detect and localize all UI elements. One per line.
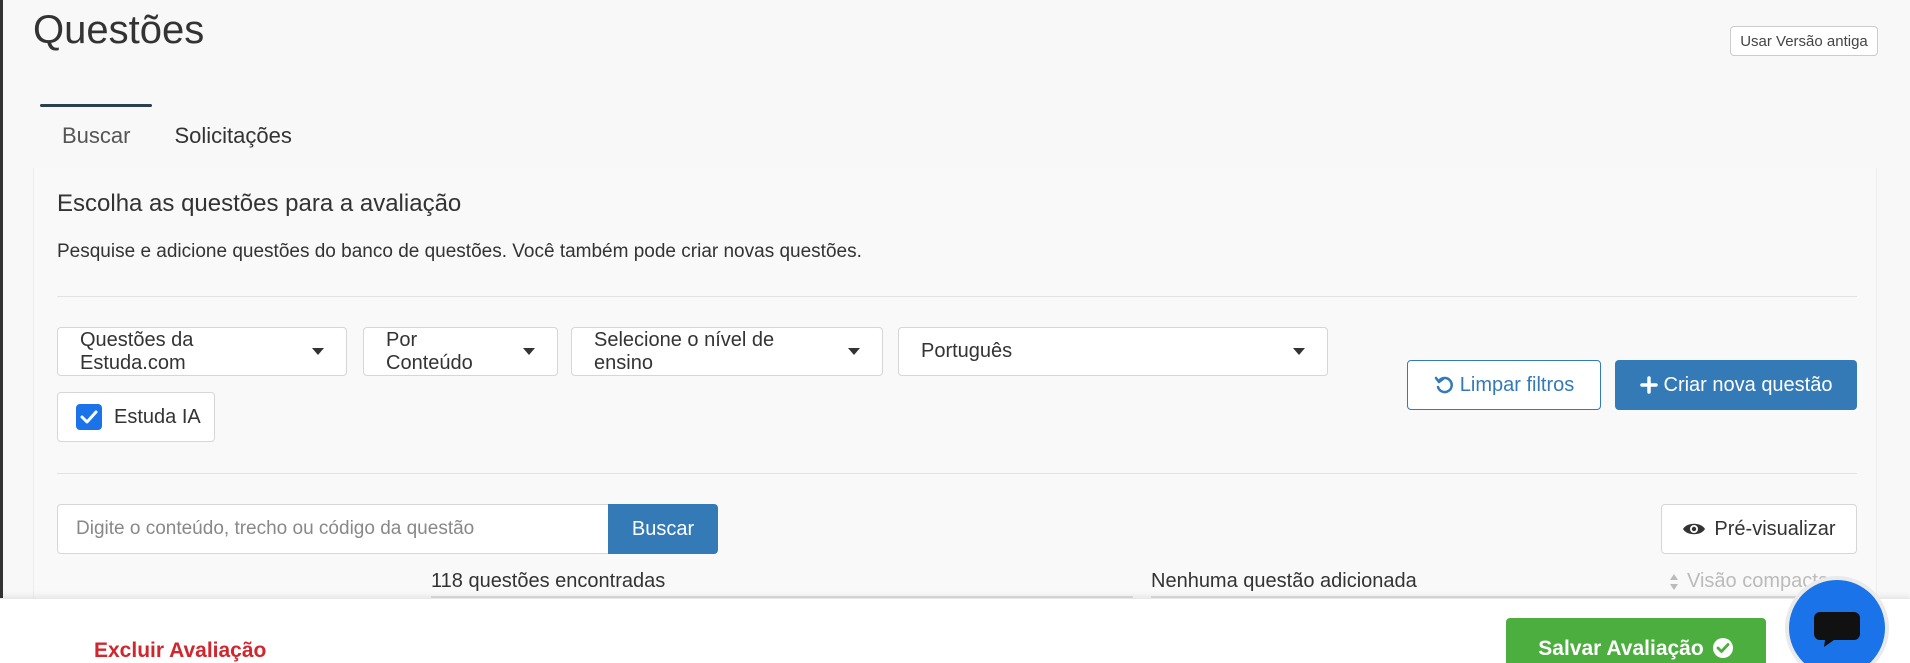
source-select[interactable]: Questões da Estuda.com (57, 327, 347, 376)
chevron-down-icon (1293, 348, 1305, 355)
eye-icon (1683, 523, 1706, 535)
divider (57, 296, 1857, 297)
panel-subtitle: Pesquise e adicione questões do banco de… (57, 241, 862, 262)
preview-label: Pré-visualizar (1714, 517, 1836, 540)
divider (57, 473, 1857, 474)
questions-added-count: Nenhuma questão adicionada (1151, 570, 1417, 592)
chevron-down-icon (312, 348, 324, 355)
checkmark-icon[interactable] (76, 404, 102, 430)
undo-icon (1434, 376, 1453, 394)
subject-select[interactable]: Português (898, 327, 1328, 376)
footer-bar: Excluir Avaliação Salvar Avaliação (0, 598, 1910, 663)
chat-icon (1814, 612, 1860, 647)
window-edge (0, 0, 3, 663)
level-select-value: Selecione o nível de ensino (594, 328, 775, 374)
preview-button[interactable]: Pré-visualizar (1661, 504, 1857, 554)
question-panel: Escolha as questões para a avaliação Pes… (33, 168, 1877, 598)
sort-icon (1670, 573, 1678, 590)
estuda-ia-checkbox[interactable]: Estuda IA (57, 392, 215, 442)
compact-view-toggle[interactable]: Visão compacta (1669, 570, 1829, 593)
panel-title: Escolha as questões para a avaliação (57, 190, 462, 217)
questions-found-count: 118 questões encontradas (431, 570, 666, 592)
save-evaluation-button[interactable]: Salvar Avaliação (1506, 618, 1766, 663)
estuda-ia-label: Estuda IA (114, 405, 201, 428)
level-select[interactable]: Selecione o nível de ensino (571, 327, 883, 376)
search-input[interactable] (57, 504, 609, 554)
old-version-button[interactable]: Usar Versão antiga (1730, 26, 1878, 56)
tab-bar: Buscar Solicitações (40, 104, 314, 168)
plus-icon (1639, 376, 1658, 394)
chevron-down-icon (523, 348, 535, 355)
chevron-down-icon (848, 348, 860, 355)
check-circle-icon (1712, 638, 1733, 658)
mode-select-value: Por Conteúdo (386, 328, 473, 374)
create-question-label: Criar nova questão (1663, 373, 1833, 396)
create-question-button[interactable]: Criar nova questão (1615, 360, 1857, 410)
delete-evaluation-link[interactable]: Excluir Avaliação (94, 639, 266, 663)
subject-select-value: Português (921, 340, 1013, 362)
save-evaluation-label: Salvar Avaliação (1538, 637, 1704, 660)
page-title: Questões (33, 8, 205, 52)
mode-select[interactable]: Por Conteúdo (363, 327, 558, 376)
search-button[interactable]: Buscar (608, 504, 718, 554)
clear-filters-button[interactable]: Limpar filtros (1407, 360, 1601, 410)
source-select-value: Questões da Estuda.com (80, 328, 194, 374)
clear-filters-label: Limpar filtros (1459, 373, 1575, 396)
tab-solicitacoes[interactable]: Solicitações (152, 104, 313, 168)
tab-buscar[interactable]: Buscar (40, 104, 153, 168)
